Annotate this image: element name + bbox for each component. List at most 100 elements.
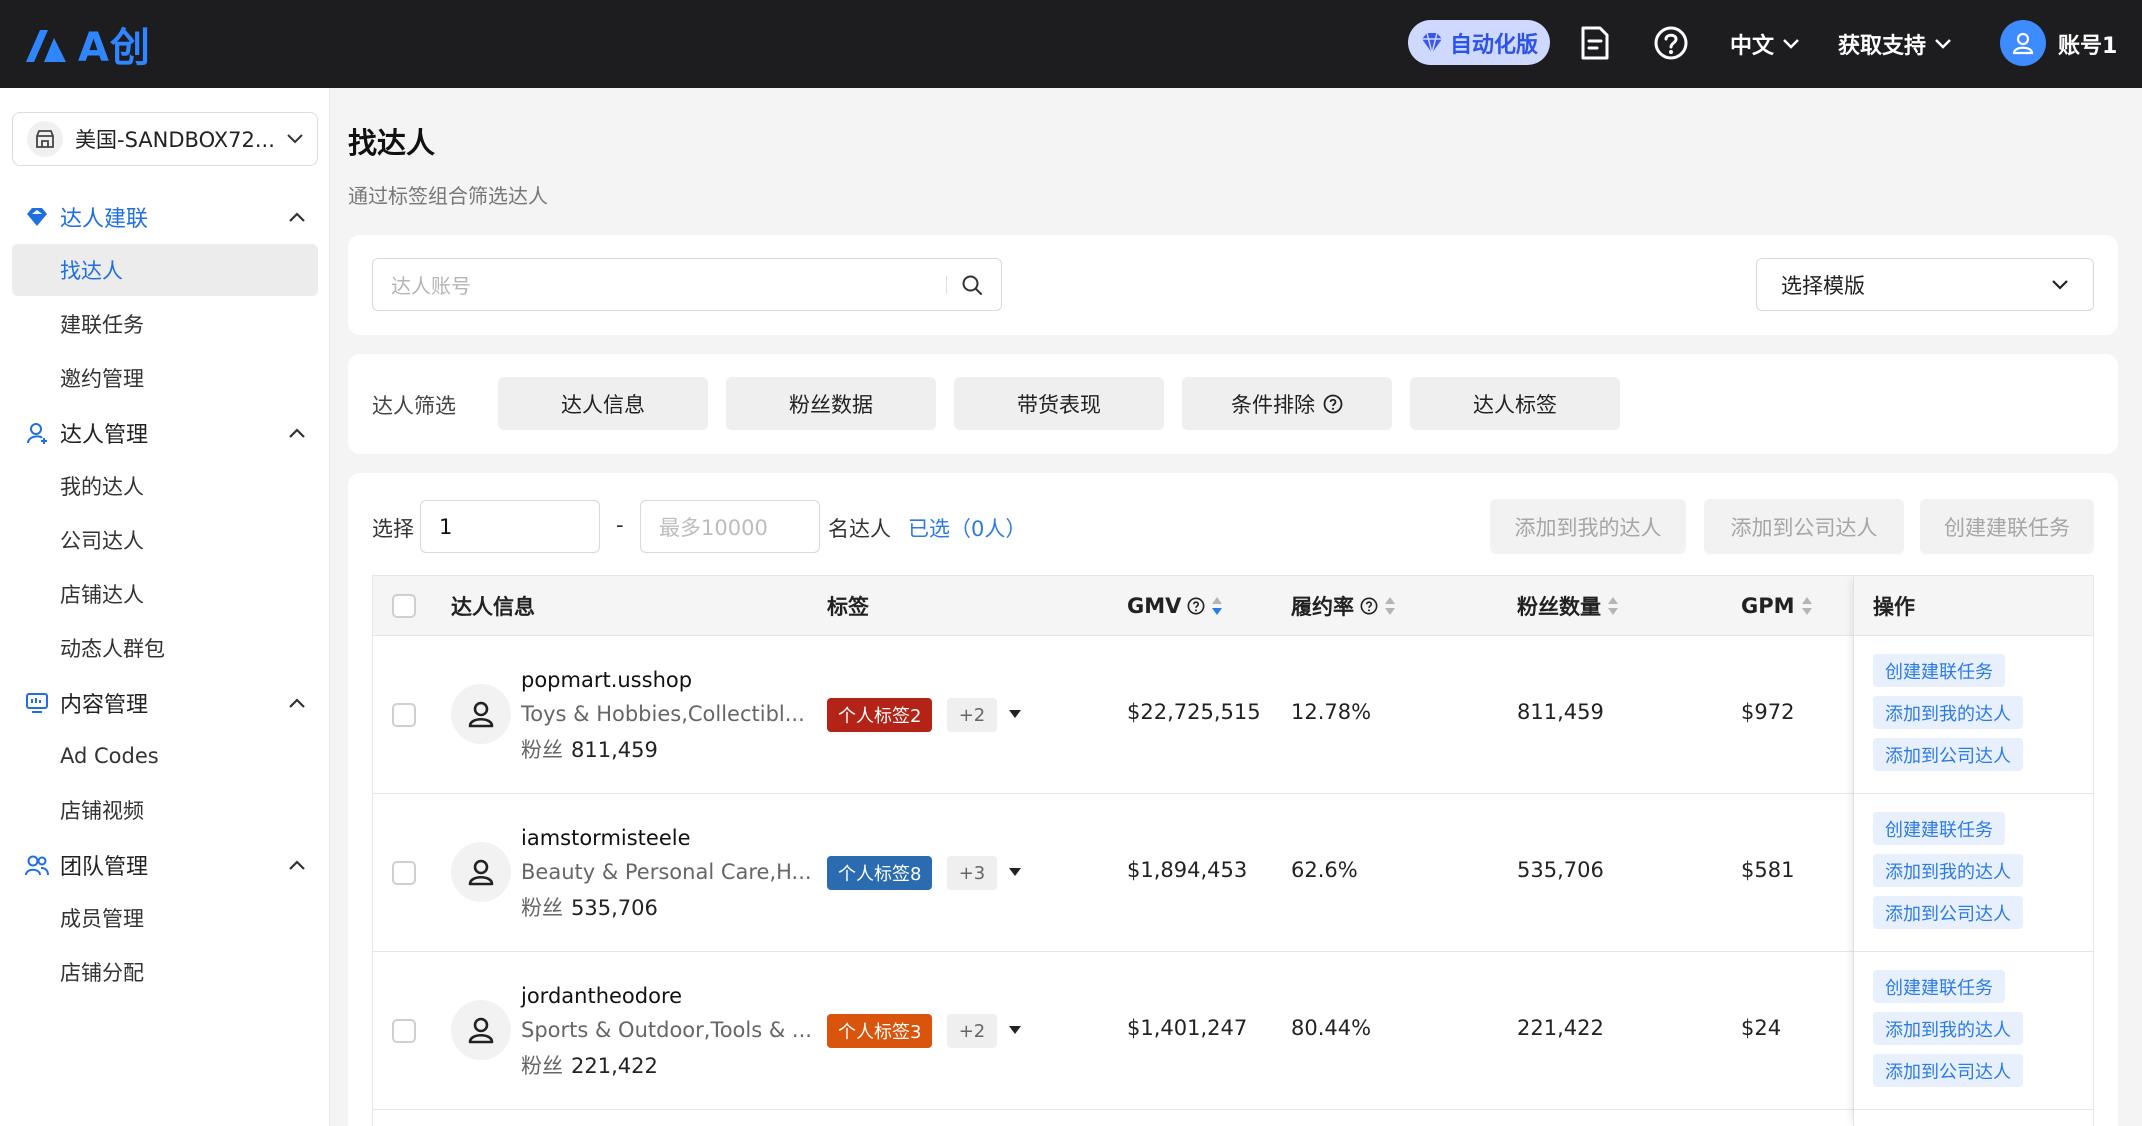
more-tags-badge[interactable]: +2 xyxy=(947,698,997,732)
account-avatar[interactable] xyxy=(2000,20,2046,66)
header-label: 达人信息 xyxy=(451,595,535,619)
fulfillment-cell: 80.44% xyxy=(1291,1016,1372,1040)
select-all-checkbox[interactable] xyxy=(392,594,416,618)
search-icon[interactable] xyxy=(961,274,983,296)
filter-tab-label: 达人标签 xyxy=(1473,392,1557,417)
sidebar-item-members[interactable]: 成员管理 xyxy=(12,892,318,944)
nav-group-influencer-management[interactable]: 达人管理 xyxy=(0,410,330,456)
row-checkbox[interactable] xyxy=(392,861,416,885)
search-placeholder: 达人账号 xyxy=(391,274,471,298)
gpm-cell: $972 xyxy=(1741,700,1795,724)
document-icon[interactable] xyxy=(1576,24,1614,62)
header-tags: 标签 xyxy=(827,576,869,636)
header-label: 标签 xyxy=(827,595,869,619)
gpm-cell: $581 xyxy=(1741,858,1795,882)
sidebar-item-invitation-management[interactable]: 邀约管理 xyxy=(12,352,318,404)
caret-down-icon[interactable] xyxy=(1005,862,1025,882)
template-select[interactable]: 选择模版 xyxy=(1756,258,2094,311)
avatar xyxy=(451,842,511,902)
account-name[interactable]: 账号1 xyxy=(2058,26,2117,62)
header-label: 履约率 xyxy=(1291,595,1354,619)
sort-icon[interactable] xyxy=(1607,595,1619,617)
user-icon xyxy=(24,420,50,446)
tag-badge: 个人标签2 xyxy=(827,698,933,732)
monitor-icon xyxy=(24,690,50,716)
language-menu[interactable]: 中文 xyxy=(1730,26,1800,62)
nav-group-team-management[interactable]: 团队管理 xyxy=(0,842,330,888)
influencer-table: 达人信息 标签 GMV 履约率 粉丝数量 GPM 操作 popmart.ussh… xyxy=(372,575,2094,1126)
sort-icon[interactable] xyxy=(1211,595,1223,617)
header-label: 粉丝数量 xyxy=(1517,595,1601,619)
sidebar-item-company-influencers[interactable]: 公司达人 xyxy=(12,514,318,566)
language-label: 中文 xyxy=(1730,34,1775,59)
more-tags-badge[interactable]: +3 xyxy=(947,856,997,890)
influencer-category: Sports & Outdoor,Tools & ... xyxy=(521,1018,812,1042)
fans-value: 811,459 xyxy=(571,738,658,762)
sidebar-item-my-influencers[interactable]: 我的达人 xyxy=(12,460,318,512)
header-gpm[interactable]: GPM xyxy=(1741,576,1813,636)
sidebar-item-store-videos[interactable]: 店铺视频 xyxy=(12,784,318,836)
influencer-name[interactable]: iamstormisteele xyxy=(521,826,691,850)
chevron-down-icon xyxy=(1783,39,1799,49)
automation-badge[interactable]: 自动化版 xyxy=(1408,20,1550,65)
table-header: 达人信息 标签 GMV 履约率 粉丝数量 GPM 操作 xyxy=(373,576,2093,636)
header-fan-count[interactable]: 粉丝数量 xyxy=(1517,576,1619,636)
sort-icon[interactable] xyxy=(1801,595,1813,617)
influencer-name[interactable]: popmart.usshop xyxy=(521,668,692,692)
search-input[interactable]: 达人账号 xyxy=(372,258,1002,311)
fulfillment-cell: 62.6% xyxy=(1291,858,1358,882)
user-icon xyxy=(468,701,494,728)
fans-value: 221,422 xyxy=(571,1054,658,1078)
filter-tab-influencer-info[interactable]: 达人信息 xyxy=(498,377,708,430)
sidebar-item-dynamic-audience[interactable]: 动态人群包 xyxy=(12,622,318,674)
question-circle-icon xyxy=(1360,597,1378,615)
filter-tab-label: 粉丝数据 xyxy=(789,392,873,417)
row-checkbox[interactable] xyxy=(392,1019,416,1043)
chevron-down-icon xyxy=(2052,279,2068,290)
caret-down-icon[interactable] xyxy=(1005,704,1025,724)
filter-tab-sales-performance[interactable]: 带货表现 xyxy=(954,377,1164,430)
fans-value: 535,706 xyxy=(571,896,658,920)
question-circle-icon xyxy=(1323,394,1343,413)
select-from-input[interactable]: 1 xyxy=(420,500,600,553)
nav-group-influencer-outreach[interactable]: 达人建联 xyxy=(0,194,330,240)
store-label: 美国-SANDBOX72... xyxy=(75,128,275,152)
tag-badge: 个人标签8 xyxy=(827,856,933,890)
gpm-cell: $24 xyxy=(1741,1016,1782,1040)
help-icon[interactable] xyxy=(1652,24,1690,62)
influencer-name[interactable]: jordantheodore xyxy=(521,984,682,1008)
header-fulfillment-rate[interactable]: 履约率 xyxy=(1291,576,1396,636)
fulfillment-cell: 12.78% xyxy=(1291,700,1372,724)
store-select[interactable]: 美国-SANDBOX72... xyxy=(12,112,318,166)
sidebar-item-store-influencers[interactable]: 店铺达人 xyxy=(12,568,318,620)
more-tags-badge[interactable]: +2 xyxy=(947,1014,997,1048)
support-menu[interactable]: 获取支持 xyxy=(1838,26,1952,62)
team-icon xyxy=(24,852,50,878)
app-logo[interactable]: A创 xyxy=(22,22,151,71)
create-outreach-task-button[interactable]: 创建建联任务 xyxy=(1920,499,2094,554)
filter-tab-exclusion[interactable]: 条件排除 xyxy=(1182,377,1392,430)
sidebar-item-store-assignment[interactable]: 店铺分配 xyxy=(12,946,318,998)
header-gmv[interactable]: GMV xyxy=(1127,576,1223,636)
range-dash: - xyxy=(616,513,624,537)
select-suffix-label: 名达人 xyxy=(828,517,891,541)
filter-tab-fan-data[interactable]: 粉丝数据 xyxy=(726,377,936,430)
sort-icon[interactable] xyxy=(1384,595,1396,617)
selected-count-link[interactable]: 已选（0人） xyxy=(908,513,1026,543)
nav-group-content-management[interactable]: 内容管理 xyxy=(0,680,330,726)
sidebar-item-ad-codes[interactable]: Ad Codes xyxy=(12,730,318,782)
avatar xyxy=(451,1000,511,1060)
tag-badge: 个人标签3 xyxy=(827,1014,933,1048)
add-to-company-influencers-button[interactable]: 添加到公司达人 xyxy=(1704,499,1904,554)
gmv-cell: $1,401,247 xyxy=(1127,1016,1248,1040)
sidebar-item-find-influencer[interactable]: 找达人 xyxy=(12,244,318,296)
caret-down-icon[interactable] xyxy=(1005,1020,1025,1040)
add-to-my-influencers-button[interactable]: 添加到我的达人 xyxy=(1490,499,1686,554)
fan-count-cell: 221,422 xyxy=(1517,1016,1604,1040)
filter-tab-influencer-tags[interactable]: 达人标签 xyxy=(1410,377,1620,430)
sidebar-item-outreach-tasks[interactable]: 建联任务 xyxy=(12,298,318,350)
question-circle-icon xyxy=(1187,597,1205,615)
filter-label: 达人筛选 xyxy=(372,394,456,418)
select-to-input[interactable]: 最多10000 xyxy=(640,500,820,553)
row-checkbox[interactable] xyxy=(392,703,416,727)
